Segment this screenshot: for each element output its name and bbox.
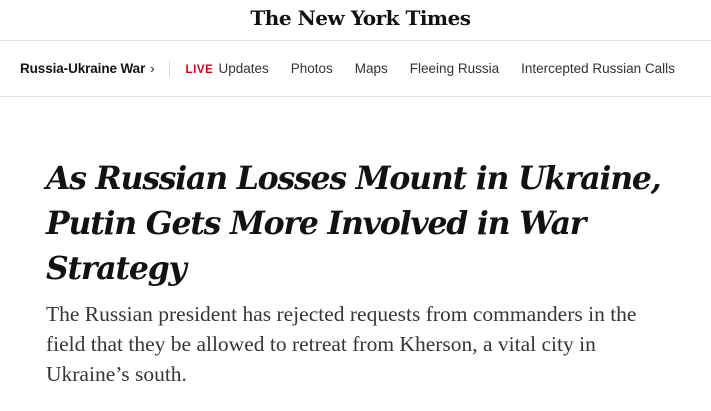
- nav-item-photos[interactable]: Photos: [291, 61, 333, 76]
- live-badge: LIVE: [185, 64, 214, 76]
- nav-item-maps[interactable]: Maps: [355, 61, 388, 76]
- live-updates-label: Updates: [218, 61, 269, 76]
- nav-divider: [169, 60, 171, 77]
- chevron-right-icon: ›: [150, 61, 155, 76]
- page: The New York Times Russia-Ukraine War › …: [0, 0, 711, 411]
- article-headline: As Russian Losses Mount in Ukraine, Puti…: [46, 160, 662, 287]
- nav-item-fleeing-russia[interactable]: Fleeing Russia: [410, 61, 499, 76]
- section-link-russia-ukraine-war[interactable]: Russia-Ukraine War ›: [20, 61, 155, 76]
- nav-item-live-updates[interactable]: LIVE Updates: [185, 61, 268, 76]
- article-header: As Russian Losses Mount in Ukraine, Puti…: [46, 156, 686, 389]
- section-navbar: Russia-Ukraine War › LIVE Updates Photos …: [0, 41, 711, 97]
- section-label: Russia-Ukraine War: [20, 61, 146, 76]
- masthead: The New York Times: [0, 0, 711, 41]
- nyt-logo[interactable]: The New York Times: [250, 6, 471, 30]
- nav-item-intercepted-russian-calls[interactable]: Intercepted Russian Calls: [521, 61, 675, 76]
- article-summary: The Russian president has rejected reque…: [46, 302, 637, 386]
